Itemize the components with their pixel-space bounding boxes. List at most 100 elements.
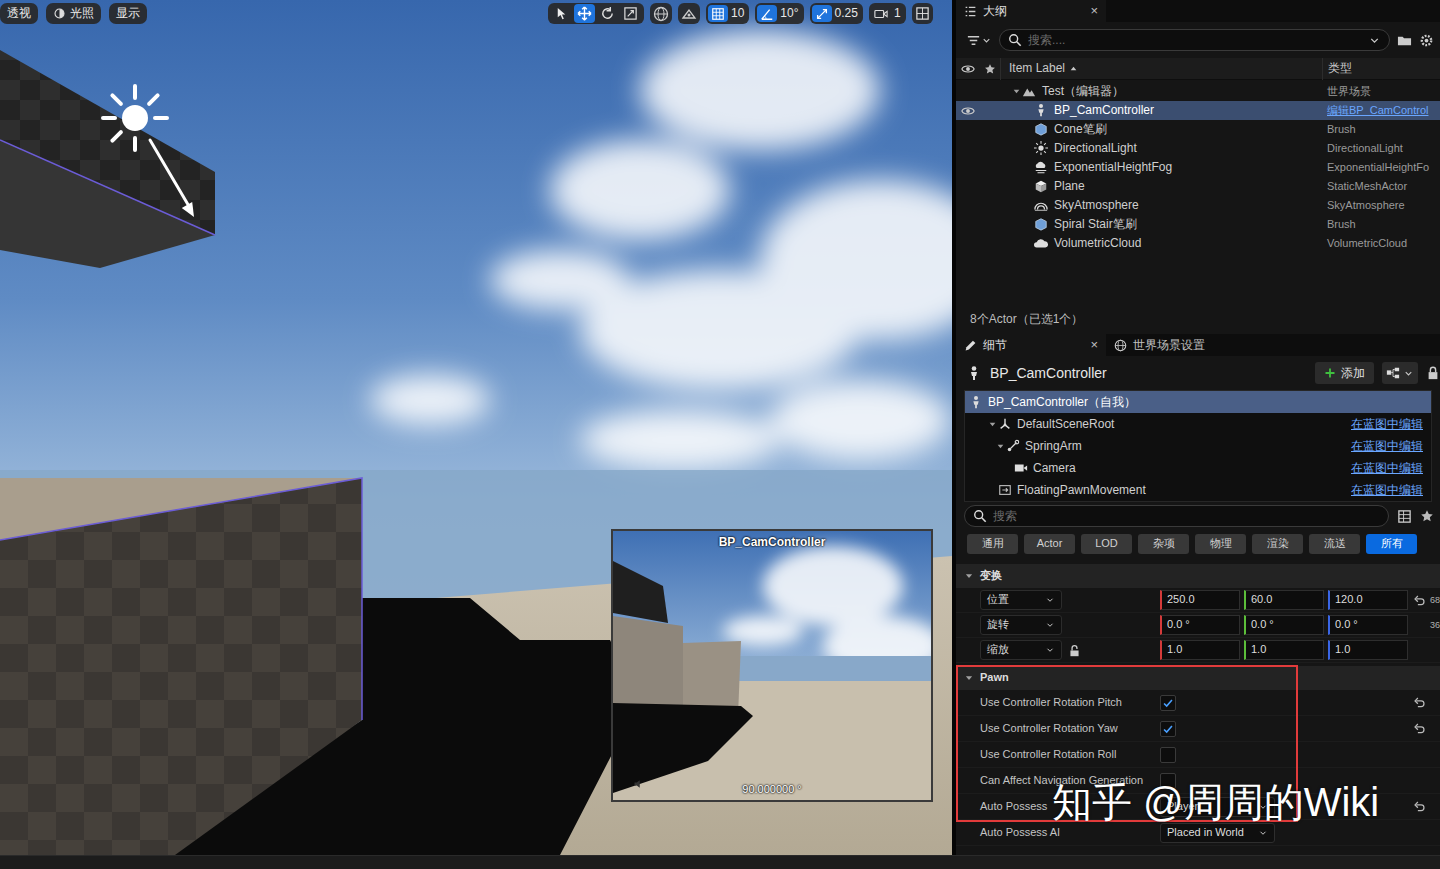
section-header[interactable]: Pawn: [956, 666, 1440, 690]
dropdown[interactable]: Placed in World: [1160, 823, 1275, 843]
outliner-row[interactable]: Test（编辑器）世界场景: [956, 82, 1440, 101]
checkbox[interactable]: [1160, 721, 1176, 737]
outliner-row[interactable]: PlaneStaticMeshActor: [956, 177, 1440, 196]
close-button[interactable]: ×: [1090, 337, 1098, 353]
close-button[interactable]: ×: [1090, 3, 1098, 19]
vector-field[interactable]: 1.0: [1244, 640, 1324, 660]
transform-mode-dropdown[interactable]: 旋转: [980, 615, 1062, 635]
settings-button[interactable]: [1419, 33, 1434, 48]
vector-field[interactable]: 60.0: [1244, 590, 1324, 610]
surface-snap-button[interactable]: [678, 3, 700, 24]
view-mode-button[interactable]: 透视: [0, 3, 38, 24]
view-mode-button[interactable]: 光照: [46, 3, 101, 24]
reset-button[interactable]: [1413, 800, 1426, 813]
expand-arrow[interactable]: [1010, 87, 1022, 96]
dropdown[interactable]: Player: [1160, 797, 1275, 817]
category-filter-button[interactable]: 流送: [1309, 534, 1360, 554]
viewport[interactable]: 透视光照显示 1010°0.251 BP_CamCon: [0, 0, 952, 855]
outliner-row[interactable]: ExponentialHeightFogExponentialHeightFo: [956, 158, 1440, 177]
category-filter-button[interactable]: Actor: [1024, 534, 1075, 554]
category-filter-button[interactable]: 物理: [1195, 534, 1246, 554]
snap-icon-box[interactable]: [871, 5, 891, 22]
reset-button[interactable]: [1413, 594, 1426, 607]
add-component-button[interactable]: 添加: [1315, 362, 1374, 384]
filter-button[interactable]: [966, 33, 992, 48]
vector-field[interactable]: 120.0: [1328, 590, 1408, 610]
search-box[interactable]: [964, 505, 1389, 527]
vector-field[interactable]: 1.0: [1328, 640, 1408, 660]
expand-arrow[interactable]: [994, 442, 1006, 451]
search-box[interactable]: [999, 29, 1390, 51]
vector-field[interactable]: 0.0 °: [1160, 615, 1240, 635]
view-mode-button[interactable]: 显示: [109, 3, 147, 24]
edit-in-blueprint-link[interactable]: 在蓝图中编辑: [1351, 483, 1423, 497]
snap-value[interactable]: 1: [894, 6, 901, 20]
vector-field[interactable]: 250.0: [1160, 590, 1240, 610]
component-row[interactable]: DefaultSceneRoot在蓝图中编辑: [965, 413, 1431, 435]
expand-arrow[interactable]: [986, 420, 998, 429]
component-row[interactable]: FloatingPawnMovement在蓝图中编辑: [965, 479, 1431, 501]
transform-mode-dropdown[interactable]: 缩放: [980, 640, 1062, 660]
category-filter-button[interactable]: 所有: [1366, 534, 1417, 554]
directional-light-gizmo[interactable]: [103, 86, 194, 217]
coordinate-space-button[interactable]: [650, 3, 672, 24]
item-type[interactable]: 编辑BP_CamControl: [1327, 104, 1428, 116]
search-input[interactable]: [1028, 33, 1362, 47]
proportional-lock[interactable]: [1068, 644, 1081, 657]
category-filter-button[interactable]: LOD: [1081, 534, 1132, 554]
transform-mode-dropdown[interactable]: 位置: [980, 590, 1062, 610]
reset-button[interactable]: [1413, 722, 1426, 735]
snap-icon-box[interactable]: [812, 5, 832, 22]
search-input[interactable]: [993, 509, 1380, 523]
outliner-row[interactable]: BP_CamController编辑BP_CamControl: [956, 101, 1440, 120]
vector-field[interactable]: 0.0 °: [1328, 615, 1408, 635]
outliner-row[interactable]: DirectionalLightDirectionalLight: [956, 139, 1440, 158]
details-tab[interactable]: 世界场景设置: [1106, 334, 1213, 356]
layout-button[interactable]: [912, 3, 933, 24]
outliner-row[interactable]: VolumetricCloudVolumetricCloud: [956, 234, 1440, 253]
checkbox[interactable]: [1160, 747, 1176, 763]
label-column-header[interactable]: Item Label: [1000, 58, 1322, 80]
type-column-header[interactable]: 类型: [1322, 58, 1440, 80]
add-folder-button[interactable]: [1397, 33, 1412, 48]
vector-field[interactable]: 0.0 °: [1244, 615, 1324, 635]
snap-icon-box[interactable]: [708, 5, 728, 22]
edit-in-blueprint-link[interactable]: 在蓝图中编辑: [1351, 439, 1423, 453]
snap-icon-box[interactable]: [757, 5, 777, 22]
lock-button[interactable]: [1426, 366, 1440, 380]
vector-field[interactable]: 1.0: [1160, 640, 1240, 660]
component-row[interactable]: SpringArm在蓝图中编辑: [965, 435, 1431, 457]
checkbox[interactable]: [1160, 773, 1176, 789]
transform-tool-button[interactable]: [597, 4, 618, 23]
visibility-cell[interactable]: [956, 104, 980, 118]
edit-in-blueprint-link[interactable]: 在蓝图中编辑: [1351, 461, 1423, 475]
outliner-row[interactable]: Cone笔刷Brush: [956, 120, 1440, 139]
outliner-row[interactable]: Spiral Stair笔刷Brush: [956, 215, 1440, 234]
checkbox[interactable]: [1160, 695, 1176, 711]
transform-tool-button[interactable]: [551, 4, 572, 23]
section-header[interactable]: 变换: [956, 564, 1440, 588]
snap-value[interactable]: 10°: [780, 6, 798, 20]
category-filter-button[interactable]: 通用: [967, 534, 1018, 554]
component-row[interactable]: Camera在蓝图中编辑: [965, 457, 1431, 479]
snap-toggle[interactable]: 1: [869, 3, 906, 24]
item-label: Spiral Stair笔刷: [1054, 217, 1137, 231]
property-matrix-button[interactable]: [1397, 509, 1412, 524]
details-tab[interactable]: 细节×: [956, 334, 1106, 356]
reset-button[interactable]: [1413, 696, 1426, 709]
category-filter-button[interactable]: 渲染: [1252, 534, 1303, 554]
snap-value[interactable]: 10: [731, 6, 744, 20]
transform-tool-button[interactable]: [574, 4, 595, 23]
outliner-tab[interactable]: 大纲×: [956, 0, 1106, 22]
favorites-button[interactable]: [1420, 509, 1434, 523]
outliner-row[interactable]: SkyAtmosphereSkyAtmosphere: [956, 196, 1440, 215]
snap-toggle[interactable]: 10°: [755, 3, 803, 24]
snap-value[interactable]: 0.25: [835, 6, 858, 20]
category-filter-button[interactable]: 杂项: [1138, 534, 1189, 554]
snap-toggle[interactable]: 0.25: [810, 3, 863, 24]
component-row[interactable]: BP_CamController（自我）: [965, 391, 1431, 413]
snap-toggle[interactable]: 10: [706, 3, 749, 24]
transform-tool-button[interactable]: [620, 4, 641, 23]
edit-in-blueprint-link[interactable]: 在蓝图中编辑: [1351, 417, 1423, 431]
blueprint-button[interactable]: [1382, 362, 1418, 384]
